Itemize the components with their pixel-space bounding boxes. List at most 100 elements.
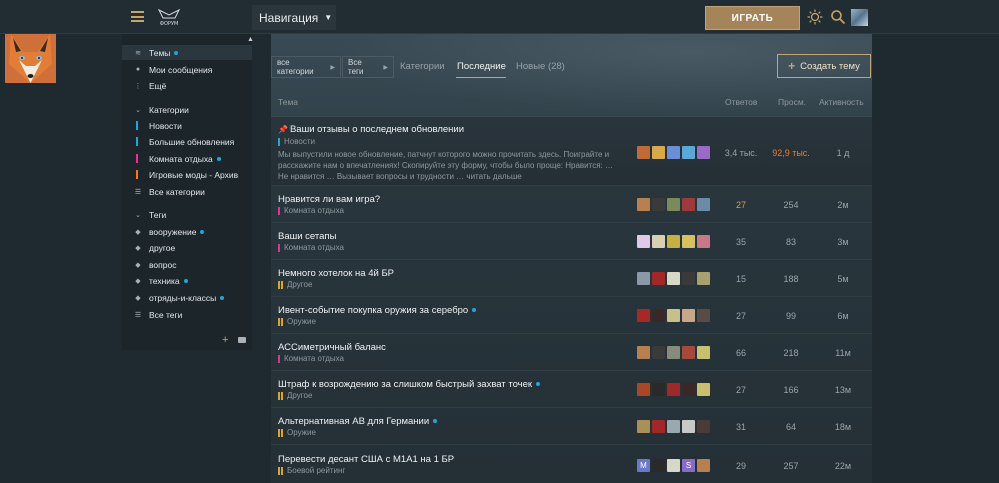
- avatar[interactable]: [667, 383, 680, 396]
- avatar[interactable]: [667, 420, 680, 433]
- activity-time[interactable]: 6м: [823, 311, 863, 321]
- search-icon[interactable]: [830, 9, 846, 25]
- avatar[interactable]: [637, 198, 650, 211]
- column-header-replies[interactable]: Ответов: [725, 97, 757, 107]
- avatar[interactable]: [652, 383, 665, 396]
- topic-category[interactable]: Новости: [278, 137, 315, 146]
- activity-time[interactable]: 13м: [823, 385, 863, 395]
- fox-avatar-image[interactable]: [5, 34, 56, 83]
- sidebar-tag-weapons[interactable]: ◆ вооружение: [122, 224, 252, 239]
- navigation-dropdown[interactable]: Навигация ▼: [252, 5, 336, 30]
- sidebar-item-my-posts[interactable]: ● Мои сообщения: [122, 62, 252, 77]
- avatar[interactable]: [667, 198, 680, 211]
- topic-title[interactable]: АССиметричный баланс: [278, 342, 386, 353]
- tab-new[interactable]: Новые (28): [516, 61, 565, 72]
- avatar[interactable]: [682, 272, 695, 285]
- column-header-activity[interactable]: Активность: [819, 97, 864, 107]
- topic-category[interactable]: Комната отдыха: [278, 354, 344, 363]
- add-icon[interactable]: +: [222, 334, 228, 346]
- avatar[interactable]: [652, 346, 665, 359]
- sidebar-tags-header[interactable]: ⌄ Теги: [122, 207, 252, 222]
- avatar[interactable]: [682, 420, 695, 433]
- column-header-views[interactable]: Просм.: [778, 97, 806, 107]
- sidebar-item-big-updates[interactable]: Большие обновления: [122, 134, 252, 149]
- sidebar-item-all-tags[interactable]: ☰ Все теги: [122, 307, 252, 322]
- avatar[interactable]: [667, 235, 680, 248]
- avatar[interactable]: [637, 383, 650, 396]
- avatar[interactable]: [682, 235, 695, 248]
- topic-category[interactable]: Другое: [278, 280, 312, 289]
- avatar[interactable]: [682, 146, 695, 159]
- sidebar-tag-other[interactable]: ◆ другое: [122, 240, 252, 255]
- sidebar-item-all-categories[interactable]: ☰ Все категории: [122, 184, 252, 199]
- avatar[interactable]: [682, 346, 695, 359]
- topic-category[interactable]: Оружие: [278, 428, 316, 437]
- activity-time[interactable]: 5м: [823, 274, 863, 284]
- keyboard-icon[interactable]: [238, 337, 246, 343]
- avatar[interactable]: [637, 146, 650, 159]
- sidebar-categories-header[interactable]: ⌄ Категории: [122, 102, 252, 117]
- avatar[interactable]: [667, 272, 680, 285]
- activity-time[interactable]: 18м: [823, 422, 863, 432]
- sidebar-tag-vehicles[interactable]: ◆ техника: [122, 273, 252, 288]
- table-row[interactable]: Ивент-событие покупка оружия за серебро …: [271, 297, 872, 334]
- topic-title[interactable]: Штраф к возрождению за слишком быстрый з…: [278, 379, 541, 390]
- topic-title[interactable]: Нравится ли вам игра?: [278, 194, 380, 205]
- avatar[interactable]: [652, 420, 665, 433]
- avatar[interactable]: [697, 146, 710, 159]
- avatar[interactable]: [637, 272, 650, 285]
- avatar[interactable]: [697, 198, 710, 211]
- topic-category[interactable]: Оружие: [278, 317, 316, 326]
- table-row[interactable]: Штраф к возрождению за слишком быстрый з…: [271, 371, 872, 408]
- avatar[interactable]: [697, 272, 710, 285]
- avatar[interactable]: [667, 309, 680, 322]
- table-row[interactable]: АССиметричный баланс Комната отдыха 66 2…: [271, 334, 872, 371]
- topic-category[interactable]: Комната отдыха: [278, 206, 344, 215]
- scroll-up-icon[interactable]: ▲: [247, 36, 254, 43]
- avatar[interactable]: [652, 272, 665, 285]
- sidebar-tag-question[interactable]: ◆ вопрос: [122, 257, 252, 272]
- avatar[interactable]: [637, 309, 650, 322]
- tag-filter-dropdown[interactable]: Все теги ▶: [342, 56, 394, 78]
- activity-time[interactable]: 1 д: [823, 148, 863, 158]
- avatar[interactable]: [637, 346, 650, 359]
- avatar[interactable]: [697, 420, 710, 433]
- avatar[interactable]: [637, 420, 650, 433]
- column-header-topic[interactable]: Тема: [278, 97, 298, 107]
- avatar[interactable]: [652, 198, 665, 211]
- activity-time[interactable]: 22м: [823, 461, 863, 471]
- forum-logo[interactable]: ФОРУМ: [155, 6, 183, 28]
- tab-categories[interactable]: Категории: [400, 61, 445, 72]
- avatar[interactable]: [667, 146, 680, 159]
- avatar[interactable]: [682, 309, 695, 322]
- avatar[interactable]: [682, 383, 695, 396]
- topic-category[interactable]: Комната отдыха: [278, 243, 344, 252]
- avatar[interactable]: [697, 235, 710, 248]
- table-row[interactable]: Перевести десант США с М1А1 на 1 БР Боев…: [271, 445, 872, 483]
- avatar[interactable]: [637, 235, 650, 248]
- avatar[interactable]: [667, 346, 680, 359]
- topic-category[interactable]: Другое: [278, 391, 312, 400]
- avatar[interactable]: [652, 309, 665, 322]
- user-avatar[interactable]: [851, 9, 868, 26]
- tab-latest[interactable]: Последние: [457, 61, 506, 72]
- topic-title[interactable]: Немного хотелок на 4й БР: [278, 268, 394, 279]
- activity-time[interactable]: 3м: [823, 237, 863, 247]
- avatar[interactable]: [682, 198, 695, 211]
- avatar[interactable]: [652, 146, 665, 159]
- sidebar-tag-squads[interactable]: ◆ отряды-и-классы: [122, 290, 252, 305]
- topic-category[interactable]: Боевой рейтинг: [278, 466, 345, 475]
- topic-title[interactable]: Ваши сетапы: [278, 231, 336, 242]
- sidebar-item-more[interactable]: ⋮ Ещё: [122, 78, 252, 93]
- table-row[interactable]: 📌 Ваши отзывы о последнем обновлении Ново…: [271, 117, 872, 186]
- table-row[interactable]: Нравится ли вам игра? Комната отдыха 27 …: [271, 186, 872, 223]
- table-row[interactable]: Ваши сетапы Комната отдыха 35 83 3м: [271, 223, 872, 260]
- create-topic-button[interactable]: + Создать тему: [777, 54, 871, 78]
- table-row[interactable]: Немного хотелок на 4й БР Другое 15 188 5…: [271, 260, 872, 297]
- avatar[interactable]: [697, 383, 710, 396]
- avatar[interactable]: S: [682, 459, 695, 472]
- table-row[interactable]: Альтернативная АВ для Германии Оружие 31…: [271, 408, 872, 445]
- avatar[interactable]: M: [637, 459, 650, 472]
- avatar[interactable]: [697, 459, 710, 472]
- hamburger-menu-icon[interactable]: [131, 11, 144, 22]
